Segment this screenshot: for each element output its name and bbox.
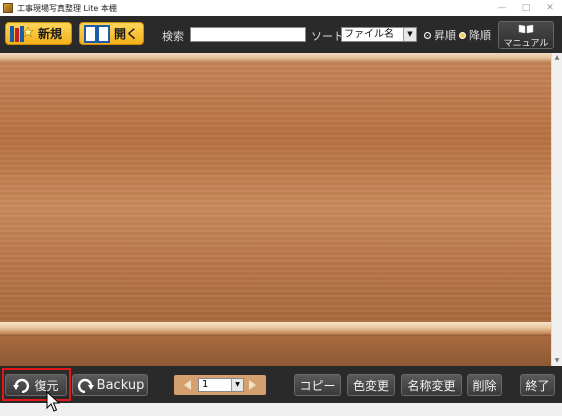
shelf-lower-board xyxy=(0,336,551,366)
search-label: 検索 xyxy=(162,30,184,43)
sort-select-value: ファイル名 xyxy=(344,29,394,40)
page-navigator: 1 ▼ xyxy=(174,375,266,395)
page-select-value: 1 xyxy=(202,379,209,390)
shelf-top-edge xyxy=(0,53,551,63)
mouse-cursor-icon xyxy=(46,391,60,412)
close-button[interactable]: ✕ xyxy=(538,0,562,16)
copy-button[interactable]: コピー xyxy=(294,374,341,396)
next-page-icon[interactable] xyxy=(249,380,256,390)
restore-highlight-box xyxy=(2,368,71,401)
open-book-icon xyxy=(84,24,110,43)
backup-icon xyxy=(76,377,94,393)
shelf-ledge xyxy=(0,322,551,336)
manual-button-label: マニュアル xyxy=(503,39,549,49)
new-button-label: 新規 xyxy=(38,27,63,41)
backup-button[interactable]: Backup xyxy=(72,374,148,396)
vertical-scrollbar[interactable]: ▲ ▼ xyxy=(551,53,562,366)
sort-ascending-radio[interactable]: 昇順 xyxy=(424,27,456,43)
scroll-up-icon[interactable]: ▲ xyxy=(552,53,562,63)
search-input[interactable] xyxy=(190,27,306,42)
delete-button[interactable]: 削除 xyxy=(467,374,502,396)
minimize-button[interactable]: — xyxy=(490,0,514,16)
chevron-down-icon: ▼ xyxy=(403,28,416,41)
window-controls: — □ ✕ xyxy=(490,0,562,16)
previous-page-icon[interactable] xyxy=(184,380,191,390)
window-title: 工事現場写真整理 Lite 本棚 xyxy=(17,3,117,13)
shelf-board xyxy=(0,63,551,322)
backup-button-label: Backup xyxy=(96,377,145,393)
sort-descending-radio[interactable]: 降順 xyxy=(459,27,491,43)
app-icon xyxy=(3,3,13,13)
open-button-label: 開く xyxy=(114,27,139,41)
book-icon xyxy=(499,24,553,36)
new-button[interactable]: 新規 xyxy=(5,22,72,45)
sort-select[interactable]: ファイル名 ▼ xyxy=(341,27,417,42)
exit-button[interactable]: 終了 xyxy=(520,374,555,396)
sort-descending-label: 降順 xyxy=(469,29,491,42)
new-binder-icon xyxy=(10,25,34,43)
maximize-button[interactable]: □ xyxy=(514,0,538,16)
sort-ascending-label: 昇順 xyxy=(434,29,456,42)
change-color-button[interactable]: 色変更 xyxy=(347,374,395,396)
manual-button[interactable]: マニュアル xyxy=(498,21,554,49)
bookshelf-area[interactable] xyxy=(0,53,551,366)
radio-selected-icon xyxy=(424,31,431,39)
title-bar: 工事現場写真整理 Lite 本棚 — □ ✕ xyxy=(0,0,562,16)
chevron-down-icon: ▼ xyxy=(231,379,243,391)
top-toolbar: 新規 開く 検索 ソート ファイル名 ▼ 昇順 降順 マニュアル xyxy=(0,16,562,53)
sort-label: ソート xyxy=(311,30,344,43)
scroll-down-icon[interactable]: ▼ xyxy=(552,356,562,366)
page-select[interactable]: 1 ▼ xyxy=(198,378,244,392)
radio-unselected-icon xyxy=(459,31,466,39)
open-button[interactable]: 開く xyxy=(79,22,144,45)
bottom-toolbar: 復元 Backup 1 ▼ コピー 色変更 名称変更 削除 終了 xyxy=(0,366,562,403)
rename-button[interactable]: 名称変更 xyxy=(401,374,462,396)
